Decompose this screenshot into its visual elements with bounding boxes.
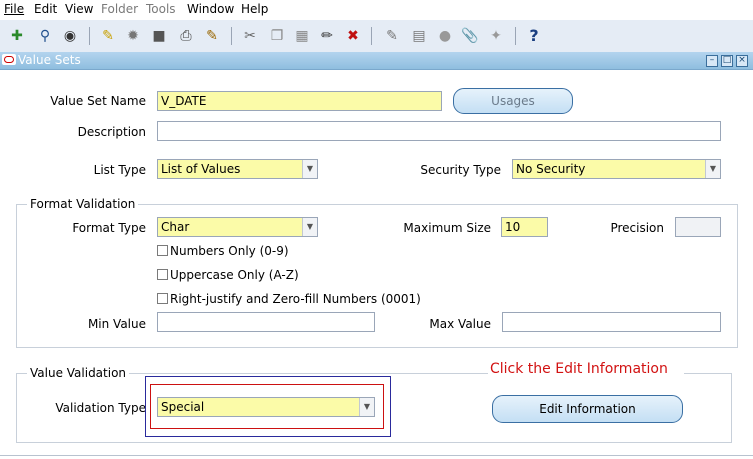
window-title-bar: Value Sets – □ × xyxy=(0,52,753,70)
format-type-label: Format Type xyxy=(72,221,146,235)
find-icon[interactable]: ⚲ xyxy=(36,28,54,44)
clear-record-icon[interactable]: ✏ xyxy=(318,28,336,44)
copy-icon[interactable]: ❐ xyxy=(268,28,286,44)
menu-window[interactable]: Window xyxy=(187,2,234,16)
uppercase-only-checkbox[interactable] xyxy=(157,269,168,280)
toolbar-separator xyxy=(89,27,90,45)
switch-responsibility-icon[interactable]: ✹ xyxy=(124,28,142,44)
zoom-icon[interactable]: ✎ xyxy=(383,28,401,44)
menu-tools[interactable]: Tools xyxy=(146,2,176,16)
format-type-value: Char xyxy=(161,220,190,234)
menu-folder[interactable]: Folder xyxy=(101,2,138,16)
navigator-icon[interactable]: ◉ xyxy=(61,28,79,44)
chevron-down-icon[interactable]: ▼ xyxy=(705,160,720,178)
toolbar-separator xyxy=(515,27,516,45)
toolbar-separator xyxy=(231,27,232,45)
maximum-size-label: Maximum Size xyxy=(403,221,491,235)
precision-label: Precision xyxy=(610,221,664,235)
numbers-only-checkbox[interactable] xyxy=(157,245,168,256)
right-justify-label: Right-justify and Zero-fill Numbers (000… xyxy=(170,292,421,306)
edit-information-label: Edit Information xyxy=(539,402,636,416)
close-form-icon[interactable]: ⎙ xyxy=(177,28,195,44)
validation-type-label: Validation Type xyxy=(55,401,146,415)
description-field[interactable] xyxy=(157,121,721,141)
usages-button[interactable]: Usages xyxy=(453,88,573,114)
security-type-select[interactable]: No Security ▼ xyxy=(512,159,721,179)
instruction-callout: Click the Edit Information xyxy=(488,361,684,389)
max-value-field[interactable] xyxy=(502,312,721,332)
numbers-only-label: Numbers Only (0-9) xyxy=(170,244,289,258)
new-record-icon[interactable]: ✚ xyxy=(8,28,26,44)
save-icon[interactable]: ✎ xyxy=(99,28,117,44)
menu-edit[interactable]: Edit xyxy=(34,2,57,16)
menu-bar: File Edit View Folder Tools Window Help xyxy=(0,0,753,20)
translations-icon[interactable]: ▤ xyxy=(410,28,428,44)
close-icon[interactable]: × xyxy=(736,55,748,67)
chevron-down-icon[interactable]: ▼ xyxy=(302,218,317,236)
security-type-value: No Security xyxy=(516,162,586,176)
format-type-select[interactable]: Char ▼ xyxy=(157,217,318,237)
value-set-name-field[interactable]: V_DATE xyxy=(157,91,442,111)
toolbar: ✚ ⚲ ◉ ✎ ✹ ■ ⎙ ✎ ✂ ❐ ▦ ✏ ✖ ✎ ▤ ● 📎 ✦ ? xyxy=(0,20,753,53)
globe-icon[interactable]: ● xyxy=(436,28,454,44)
chevron-down-icon[interactable]: ▼ xyxy=(302,160,317,178)
maximum-size-field[interactable]: 10 xyxy=(501,217,548,237)
highlight-inner-box xyxy=(150,384,384,429)
oracle-logo-icon xyxy=(2,54,16,65)
description-label: Description xyxy=(77,125,146,139)
value-validation-title: Value Validation xyxy=(27,366,130,380)
window-title: Value Sets xyxy=(18,53,81,67)
list-type-label: List Type xyxy=(93,163,146,177)
attachments-icon[interactable]: 📎 xyxy=(461,28,479,44)
min-value-field[interactable] xyxy=(157,312,375,332)
paste-icon[interactable]: ▦ xyxy=(293,28,311,44)
value-set-name-label: Value Set Name xyxy=(50,94,146,108)
value-sets-form: Value Set Name V_DATE Usages Description… xyxy=(0,70,753,459)
max-value-label: Max Value xyxy=(429,317,491,331)
right-justify-checkbox[interactable] xyxy=(157,293,168,304)
precision-field[interactable] xyxy=(675,217,721,237)
menu-help[interactable]: Help xyxy=(241,2,268,16)
min-value-label: Min Value xyxy=(87,317,146,331)
security-type-label: Security Type xyxy=(420,163,501,177)
cut-icon[interactable]: ✂ xyxy=(241,28,259,44)
list-type-select[interactable]: List of Values ▼ xyxy=(157,159,318,179)
toolbar-separator xyxy=(371,27,372,45)
delete-record-icon[interactable]: ✖ xyxy=(344,28,362,44)
menu-view[interactable]: View xyxy=(65,2,93,16)
window-bottom-border xyxy=(0,455,753,456)
menu-file-label: File xyxy=(4,2,25,16)
uppercase-only-label: Uppercase Only (A-Z) xyxy=(170,268,299,282)
help-icon[interactable]: ? xyxy=(525,28,543,44)
list-type-value: List of Values xyxy=(161,162,241,176)
edit-information-button[interactable]: Edit Information xyxy=(492,395,683,423)
edit-field-icon[interactable]: ✎ xyxy=(203,28,221,44)
format-validation-title: Format Validation xyxy=(27,197,139,211)
print-icon[interactable]: ■ xyxy=(150,28,168,44)
usages-button-label: Usages xyxy=(491,94,535,108)
minimize-icon[interactable]: – xyxy=(706,55,718,67)
menu-file[interactable]: File xyxy=(4,2,24,16)
maximize-icon[interactable]: □ xyxy=(721,55,733,67)
folder-tools-icon[interactable]: ✦ xyxy=(487,28,505,44)
